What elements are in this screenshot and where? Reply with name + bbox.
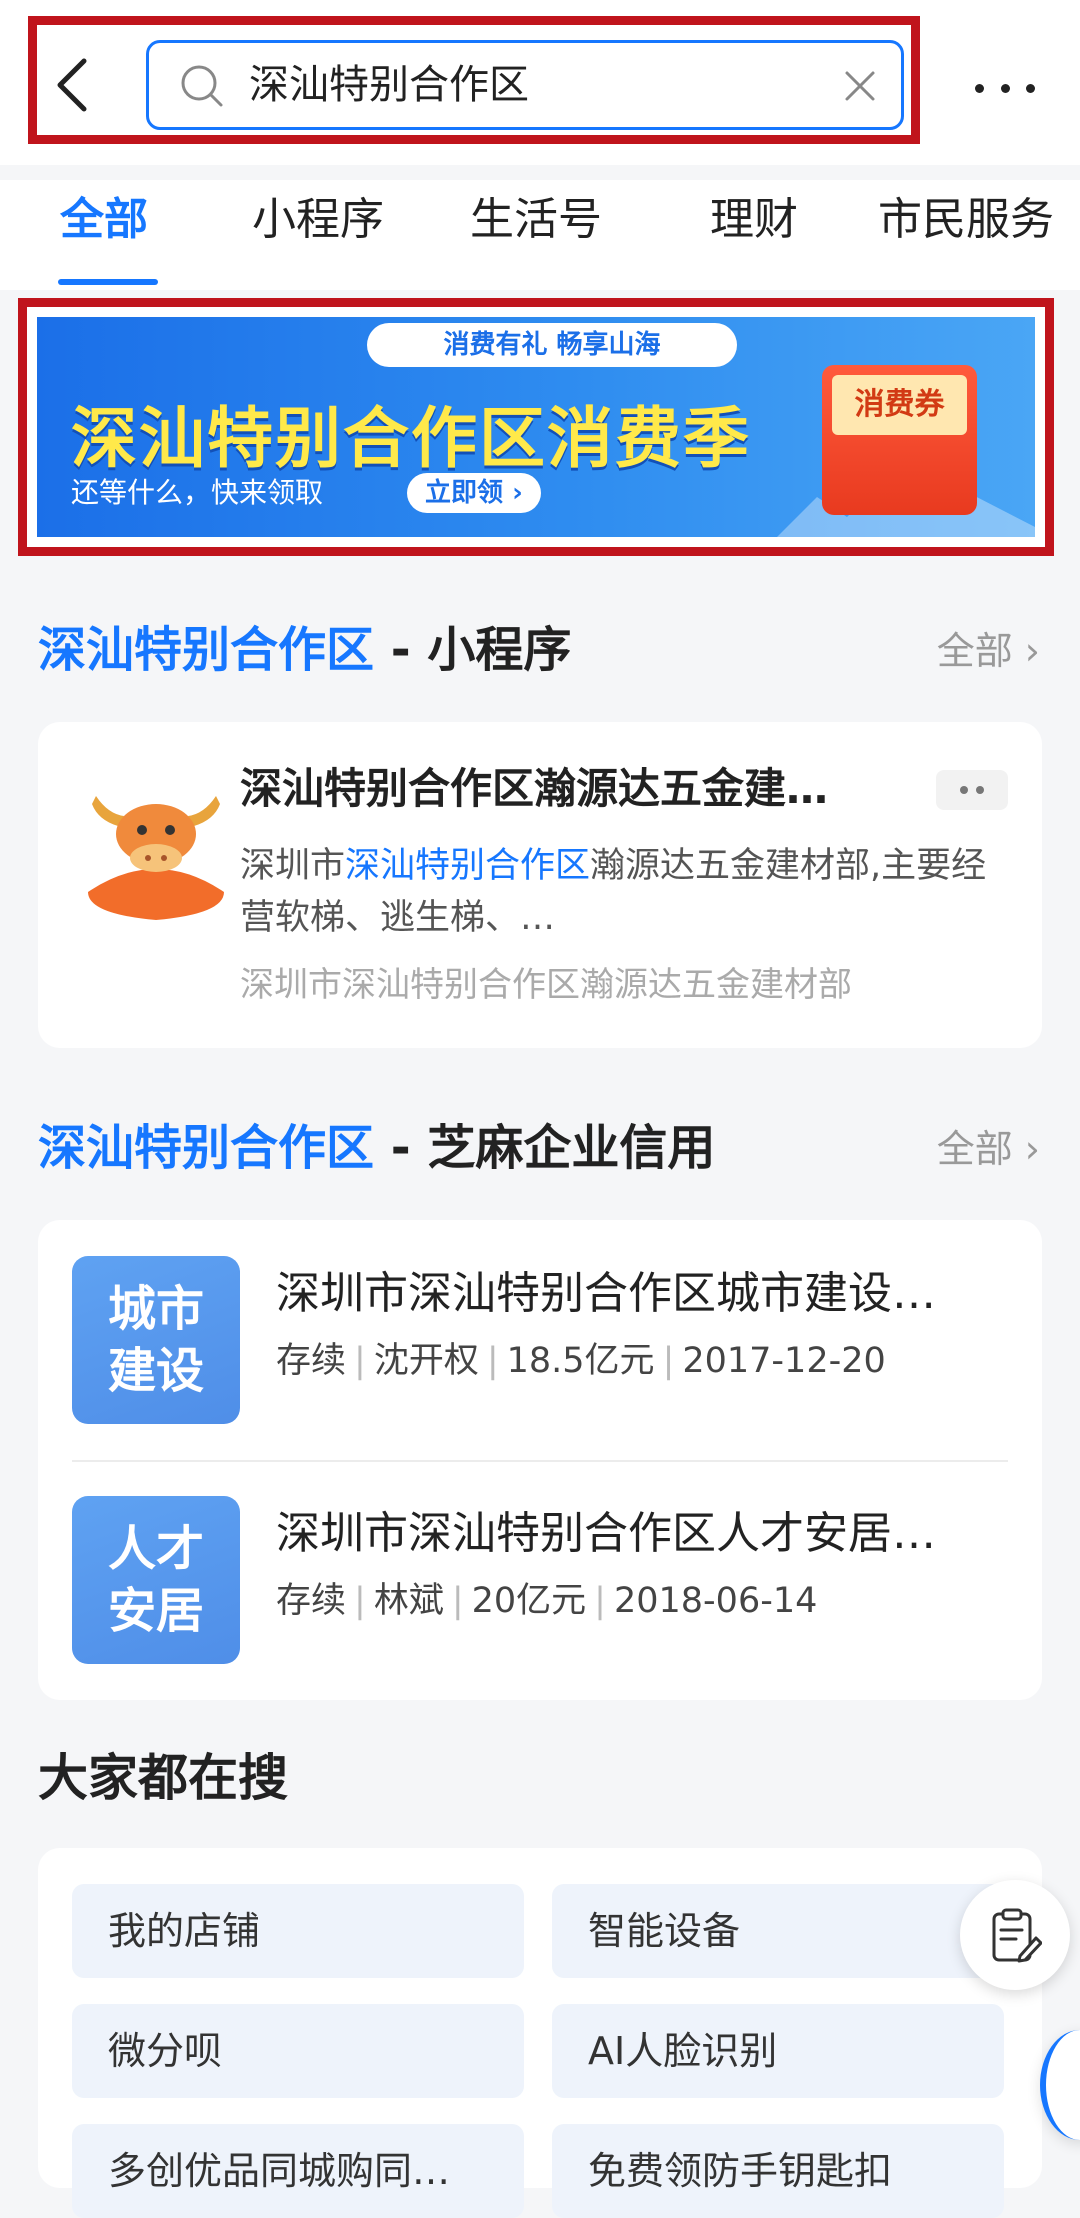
miniprogram-title: 深汕特别合作区瀚源达五金建… xyxy=(240,764,829,813)
company-date: 2018-06-14 xyxy=(613,1581,818,1621)
hot-search-item[interactable]: 多创优品同城购同… xyxy=(72,2124,524,2218)
hot-search-title: 大家都在搜 xyxy=(38,1749,288,1807)
banner-pill: 消费有礼 畅享山海 xyxy=(367,323,737,367)
promo-banner[interactable]: 消费有礼 畅享山海 深汕特别合作区消费季 还等什么，快来领取 立即领 › 消费券 xyxy=(37,317,1035,537)
tab-life-account[interactable]: 生活号 xyxy=(470,190,602,250)
miniprogram-footer: 深圳市深汕特别合作区瀚源达五金建材部 xyxy=(240,965,852,1005)
company-row[interactable]: 城市 建设 深圳市深汕特别合作区城市建设… 存续 | 沈开权 | 18.5亿元 | 2017… xyxy=(38,1220,1042,1460)
company-name: 深圳市深汕特别合作区城市建设… xyxy=(276,1268,936,1319)
banner-highlight-box: 消费有礼 畅享山海 深汕特别合作区消费季 还等什么，快来领取 立即领 › 消费券 xyxy=(18,298,1054,556)
banner-title: 深汕特别合作区消费季 xyxy=(71,400,751,477)
section-suffix: - 芝麻企业信用 xyxy=(374,1120,716,1176)
banner-cta-label: 立即领 xyxy=(425,478,504,508)
more-label: 全部 xyxy=(936,1127,1013,1171)
miniprogram-description: 深圳市深汕特别合作区瀚源达五金建材部,主要经营软梯、逃生梯、… xyxy=(240,840,1020,944)
more-options-button[interactable] xyxy=(936,770,1008,810)
coupon-graphic: 消费券 xyxy=(822,365,977,515)
tab-miniprogram[interactable]: 小程序 xyxy=(252,190,384,250)
miniprogram-card[interactable]: 深汕特别合作区瀚源达五金建… 深圳市深汕特别合作区瀚源达五金建材部,主要经营软梯… xyxy=(38,722,1042,1048)
hot-search-item[interactable]: 智能设备 xyxy=(552,1884,1004,1978)
section-title-credit: 深汕特别合作区 - 芝麻企业信用 xyxy=(38,1116,715,1180)
company-logo-icon: 人才 安居 xyxy=(72,1496,240,1664)
side-float-button[interactable] xyxy=(1040,2030,1080,2140)
company-date: 2017-12-20 xyxy=(682,1341,886,1381)
floating-feedback-button[interactable] xyxy=(960,1880,1070,1990)
hot-search-item[interactable]: 我的店铺 xyxy=(72,1884,524,1978)
more-options-button[interactable] xyxy=(975,70,1035,106)
tab-all[interactable]: 全部 xyxy=(60,190,148,250)
banner-claim-button[interactable]: 立即领 › xyxy=(407,473,541,513)
hot-search-card: 我的店铺 智能设备 微分呗 AI人脸识别 多创优品同城购同… 免费领防手钥匙扣 xyxy=(38,1848,1042,2218)
banner-subtitle: 还等什么，快来领取 xyxy=(71,476,324,509)
category-tabs: 全部 小程序 生活号 理财 市民服务 xyxy=(0,180,1080,290)
coupon-label: 消费券 xyxy=(832,375,967,435)
hot-search-item[interactable]: 免费领防手钥匙扣 xyxy=(552,2124,1004,2218)
icon-text: 安居 xyxy=(107,1583,204,1639)
company-meta: 存续 | 沈开权 | 18.5亿元 | 2017-12-20 xyxy=(276,1341,886,1381)
company-name: 深圳市深汕特别合作区人才安居… xyxy=(276,1508,936,1559)
section-more-credit[interactable]: 全部 › xyxy=(937,1122,1040,1176)
company-status: 存续 xyxy=(276,1581,347,1621)
company-person: 沈开权 xyxy=(373,1341,479,1381)
icon-text: 城市 xyxy=(107,1281,204,1337)
tab-finance[interactable]: 理财 xyxy=(710,190,798,250)
company-logo-icon: 城市 建设 xyxy=(72,1256,240,1424)
tab-citizen-services[interactable]: 市民服务 xyxy=(878,190,1054,250)
credit-card: 城市 建设 深圳市深汕特别合作区城市建设… 存续 | 沈开权 | 18.5亿元 | 2017… xyxy=(38,1220,1042,1700)
company-row[interactable]: 人才 安居 深圳市深汕特别合作区人才安居… 存续 | 林斌 | 20亿元 | 2018-06… xyxy=(38,1460,1042,1700)
section-suffix: - 小程序 xyxy=(374,622,572,678)
desc-prefix: 深圳市 xyxy=(240,846,346,886)
section-more-miniprogram[interactable]: 全部 › xyxy=(937,624,1040,678)
hot-search-item[interactable]: 微分呗 xyxy=(72,2004,524,2098)
company-capital: 18.5亿元 xyxy=(506,1341,655,1381)
more-label: 全部 xyxy=(936,629,1013,673)
section-keyword: 深汕特别合作区 xyxy=(38,1120,375,1176)
chevron-right-icon: › xyxy=(512,478,523,508)
hot-search-item[interactable]: AI人脸识别 xyxy=(552,2004,1004,2098)
top-bar: 深汕特别合作区 xyxy=(0,0,1080,165)
desc-keyword: 深汕特别合作区 xyxy=(345,846,591,886)
chevron-right-icon: › xyxy=(1012,629,1040,673)
company-capital: 20亿元 xyxy=(471,1581,587,1621)
clipboard-edit-icon xyxy=(992,1908,1042,1963)
search-highlight-box xyxy=(28,16,920,144)
icon-text: 建设 xyxy=(107,1343,204,1399)
company-status: 存续 xyxy=(276,1341,347,1381)
ox-logo-icon xyxy=(88,796,224,920)
chevron-right-icon: › xyxy=(1012,1127,1040,1171)
active-tab-indicator xyxy=(58,279,158,285)
section-title-miniprogram: 深汕特别合作区 - 小程序 xyxy=(38,618,571,682)
section-keyword: 深汕特别合作区 xyxy=(38,622,375,678)
company-person: 林斌 xyxy=(373,1581,444,1621)
icon-text: 人才 xyxy=(107,1521,204,1577)
company-meta: 存续 | 林斌 | 20亿元 | 2018-06-14 xyxy=(276,1581,818,1621)
